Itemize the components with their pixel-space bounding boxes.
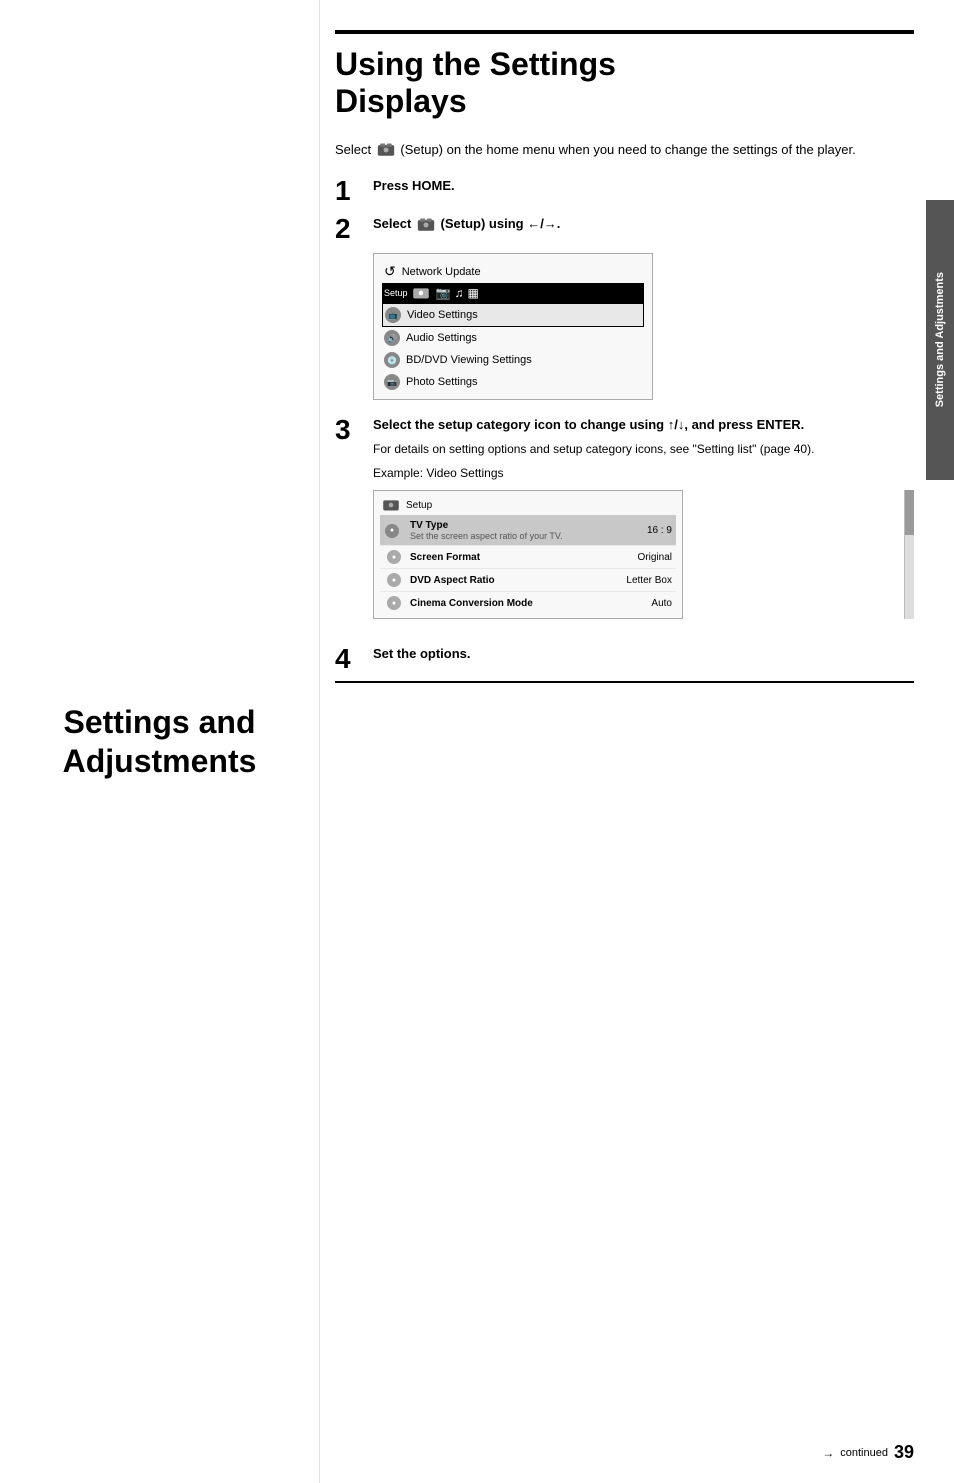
network-icon: ↺ bbox=[384, 263, 396, 280]
setup-icon-video-header bbox=[382, 498, 400, 512]
video-header-label: Setup bbox=[406, 500, 432, 511]
cinema-icon-cell: ● bbox=[384, 596, 404, 610]
music-icon: ♫ bbox=[454, 286, 463, 300]
cinema-label: Cinema Conversion Mode bbox=[410, 598, 617, 609]
step-3-desc1: For details on setting options and setup… bbox=[373, 440, 914, 458]
cinema-value: Auto bbox=[617, 598, 672, 609]
screenformat-icon: ● bbox=[387, 550, 401, 564]
bddvd-label: BD/DVD Viewing Settings bbox=[406, 354, 532, 366]
top-border bbox=[335, 30, 914, 34]
tvtype-sub: Set the screen aspect ratio of your TV. bbox=[410, 531, 617, 541]
camera-icon: 📷 bbox=[436, 286, 451, 300]
continued-text: continued bbox=[840, 1447, 888, 1459]
step-3-content: Select the setup category icon to change… bbox=[373, 416, 914, 635]
sidebar-title: Settings andAdjustments bbox=[63, 703, 257, 780]
video-header: Setup bbox=[380, 495, 676, 516]
photo-label: Photo Settings bbox=[406, 376, 478, 388]
menu-screenshot: ↺ Network Update Setup 📷 ♫ ▦ 📺 Video Set… bbox=[373, 253, 653, 400]
video-scrollbar-thumb bbox=[905, 490, 914, 535]
audio-settings-icon: 🔊 bbox=[384, 330, 400, 346]
video-settings-label: Video Settings bbox=[407, 309, 478, 321]
screenformat-label: Screen Format bbox=[410, 552, 617, 563]
menu-row-photo: 📷 Photo Settings bbox=[382, 371, 644, 393]
dvdaspect-icon-cell: ● bbox=[384, 573, 404, 587]
video-scrollbar bbox=[904, 490, 914, 619]
screenformat-main: Screen Format bbox=[410, 552, 617, 563]
dvdaspect-icon: ● bbox=[387, 573, 401, 587]
tvtype-main: TV Type bbox=[410, 520, 617, 531]
video-row-dvdaspect: ● DVD Aspect Ratio Letter Box bbox=[380, 569, 676, 592]
main-content: Using the SettingsDisplays Select (Setup… bbox=[335, 30, 914, 1453]
screenformat-icon-cell: ● bbox=[384, 550, 404, 564]
intro-setup-label: (Setup) on the home menu when you need t… bbox=[400, 142, 855, 157]
intro-before: Select bbox=[335, 142, 375, 157]
setup-icon-2 bbox=[417, 217, 435, 233]
video-row-tvtype: ● TV Type Set the screen aspect ratio of… bbox=[380, 516, 676, 546]
bottom-border bbox=[335, 681, 914, 683]
film-icon: ▦ bbox=[467, 286, 478, 300]
right-tab-label: Settings and Adjustments bbox=[933, 272, 947, 407]
tvtype-value: 16 : 9 bbox=[617, 525, 672, 536]
step-2-content: Select (Setup) using ←/→. bbox=[373, 215, 914, 233]
video-settings-icon: 📺 bbox=[385, 307, 401, 323]
video-row-screenformat: ● Screen Format Original bbox=[380, 546, 676, 569]
step-4-number: 4 bbox=[335, 645, 367, 673]
network-label: Network Update bbox=[402, 266, 481, 278]
step-1: 1 Press HOME. bbox=[335, 177, 914, 205]
bottom-nav: → continued 39 bbox=[822, 1442, 914, 1463]
menu-row-network: ↺ Network Update bbox=[382, 260, 644, 283]
step-3: 3 Select the setup category icon to chan… bbox=[335, 416, 914, 635]
dvdaspect-label: DVD Aspect Ratio bbox=[410, 575, 617, 586]
intro-text: Select (Setup) on the home menu when you… bbox=[335, 140, 914, 160]
video-screenshot: Setup ● TV Type Set the screen aspect ra… bbox=[373, 490, 683, 619]
step-1-label: Press HOME. bbox=[373, 177, 914, 195]
screenformat-value: Original bbox=[617, 552, 672, 563]
photo-icon: 📷 bbox=[384, 374, 400, 390]
step-1-number: 1 bbox=[335, 177, 367, 205]
arrow-right-icon: → bbox=[822, 1446, 834, 1460]
setup-icon bbox=[377, 142, 395, 158]
tvtype-icon-cell: ● bbox=[384, 524, 404, 538]
video-screenshot-wrapper: Setup ● TV Type Set the screen aspect ra… bbox=[373, 490, 914, 619]
cinema-icon: ● bbox=[387, 596, 401, 610]
step-3-example: Example: Video Settings bbox=[373, 464, 914, 482]
step-3-label: Select the setup category icon to change… bbox=[373, 416, 914, 434]
page-title: Using the SettingsDisplays bbox=[335, 46, 914, 120]
video-row-cinema: ● Cinema Conversion Mode Auto bbox=[380, 592, 676, 614]
tvtype-label: TV Type Set the screen aspect ratio of y… bbox=[410, 520, 617, 541]
setup-icon-menu bbox=[412, 286, 430, 300]
setup-row-label: Setup bbox=[384, 288, 408, 298]
dvdaspect-value: Letter Box bbox=[617, 575, 672, 586]
tvtype-row-icon: ● bbox=[385, 524, 399, 538]
step-3-number: 3 bbox=[335, 416, 367, 444]
left-sidebar: Settings andAdjustments bbox=[0, 0, 320, 1483]
page-number: 39 bbox=[894, 1442, 914, 1463]
right-tab: Settings and Adjustments bbox=[926, 200, 954, 480]
menu-row-setup-icons: Setup 📷 ♫ ▦ bbox=[382, 283, 644, 303]
audio-settings-label: Audio Settings bbox=[406, 332, 477, 344]
step-4: 4 Set the options. bbox=[335, 645, 914, 673]
dvdaspect-main: DVD Aspect Ratio bbox=[410, 575, 617, 586]
menu-row-bddvd: 💿 BD/DVD Viewing Settings bbox=[382, 349, 644, 371]
step-2-number: 2 bbox=[335, 215, 367, 243]
bddvd-icon: 💿 bbox=[384, 352, 400, 368]
menu-row-video: 📺 Video Settings bbox=[382, 303, 644, 327]
step-2: 2 Select (Setup) using ←/→. bbox=[335, 215, 914, 243]
menu-row-audio: 🔊 Audio Settings bbox=[382, 327, 644, 349]
step-2-label: Select (Setup) using ←/→. bbox=[373, 215, 914, 233]
step-4-label: Set the options. bbox=[373, 645, 914, 663]
cinema-main: Cinema Conversion Mode bbox=[410, 598, 617, 609]
step-1-content: Press HOME. bbox=[373, 177, 914, 195]
step-4-content: Set the options. bbox=[373, 645, 914, 663]
